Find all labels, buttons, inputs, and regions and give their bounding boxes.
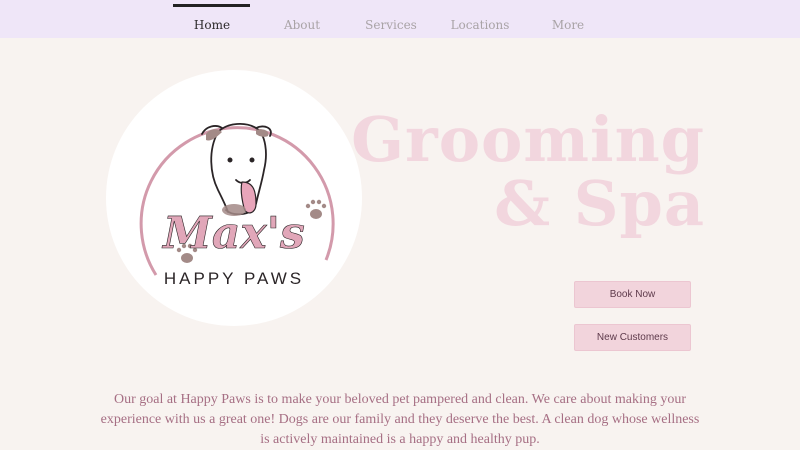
logo-artwork: Max's HAPPY PAWS bbox=[139, 123, 335, 288]
nav-about[interactable]: About bbox=[258, 0, 346, 38]
active-tab-indicator bbox=[173, 4, 250, 7]
dog-ear-patch-right bbox=[256, 129, 269, 137]
page-title-line2: & Spa bbox=[494, 166, 705, 240]
nav-more[interactable]: More bbox=[524, 0, 612, 38]
nav-services[interactable]: Services bbox=[347, 0, 435, 38]
new-customers-button[interactable]: New Customers bbox=[574, 324, 691, 351]
paw-icon-right bbox=[305, 199, 327, 219]
logo-script-text: Max's bbox=[161, 208, 305, 259]
nav-home[interactable]: Home bbox=[168, 0, 256, 38]
page-title: Grooming & Spa bbox=[351, 102, 705, 240]
nav-more-label: More bbox=[551, 18, 585, 32]
logo-tagline: HAPPY PAWS bbox=[164, 269, 304, 288]
book-now-button[interactable]: Book Now bbox=[574, 281, 691, 308]
page-title-line1: Grooming bbox=[351, 102, 705, 176]
nav-about-label: About bbox=[283, 18, 321, 32]
nav-locations[interactable]: Locations bbox=[436, 0, 524, 38]
nav-services-label: Services bbox=[365, 18, 417, 32]
brand-logo: Max's HAPPY PAWS bbox=[106, 70, 362, 326]
top-navigation: Home About Services Locations More bbox=[0, 0, 800, 38]
mission-statement: Our goal at Happy Paws is to make your b… bbox=[100, 392, 700, 447]
nav-locations-label: Locations bbox=[450, 18, 510, 32]
nav-home-label: Home bbox=[193, 18, 231, 32]
